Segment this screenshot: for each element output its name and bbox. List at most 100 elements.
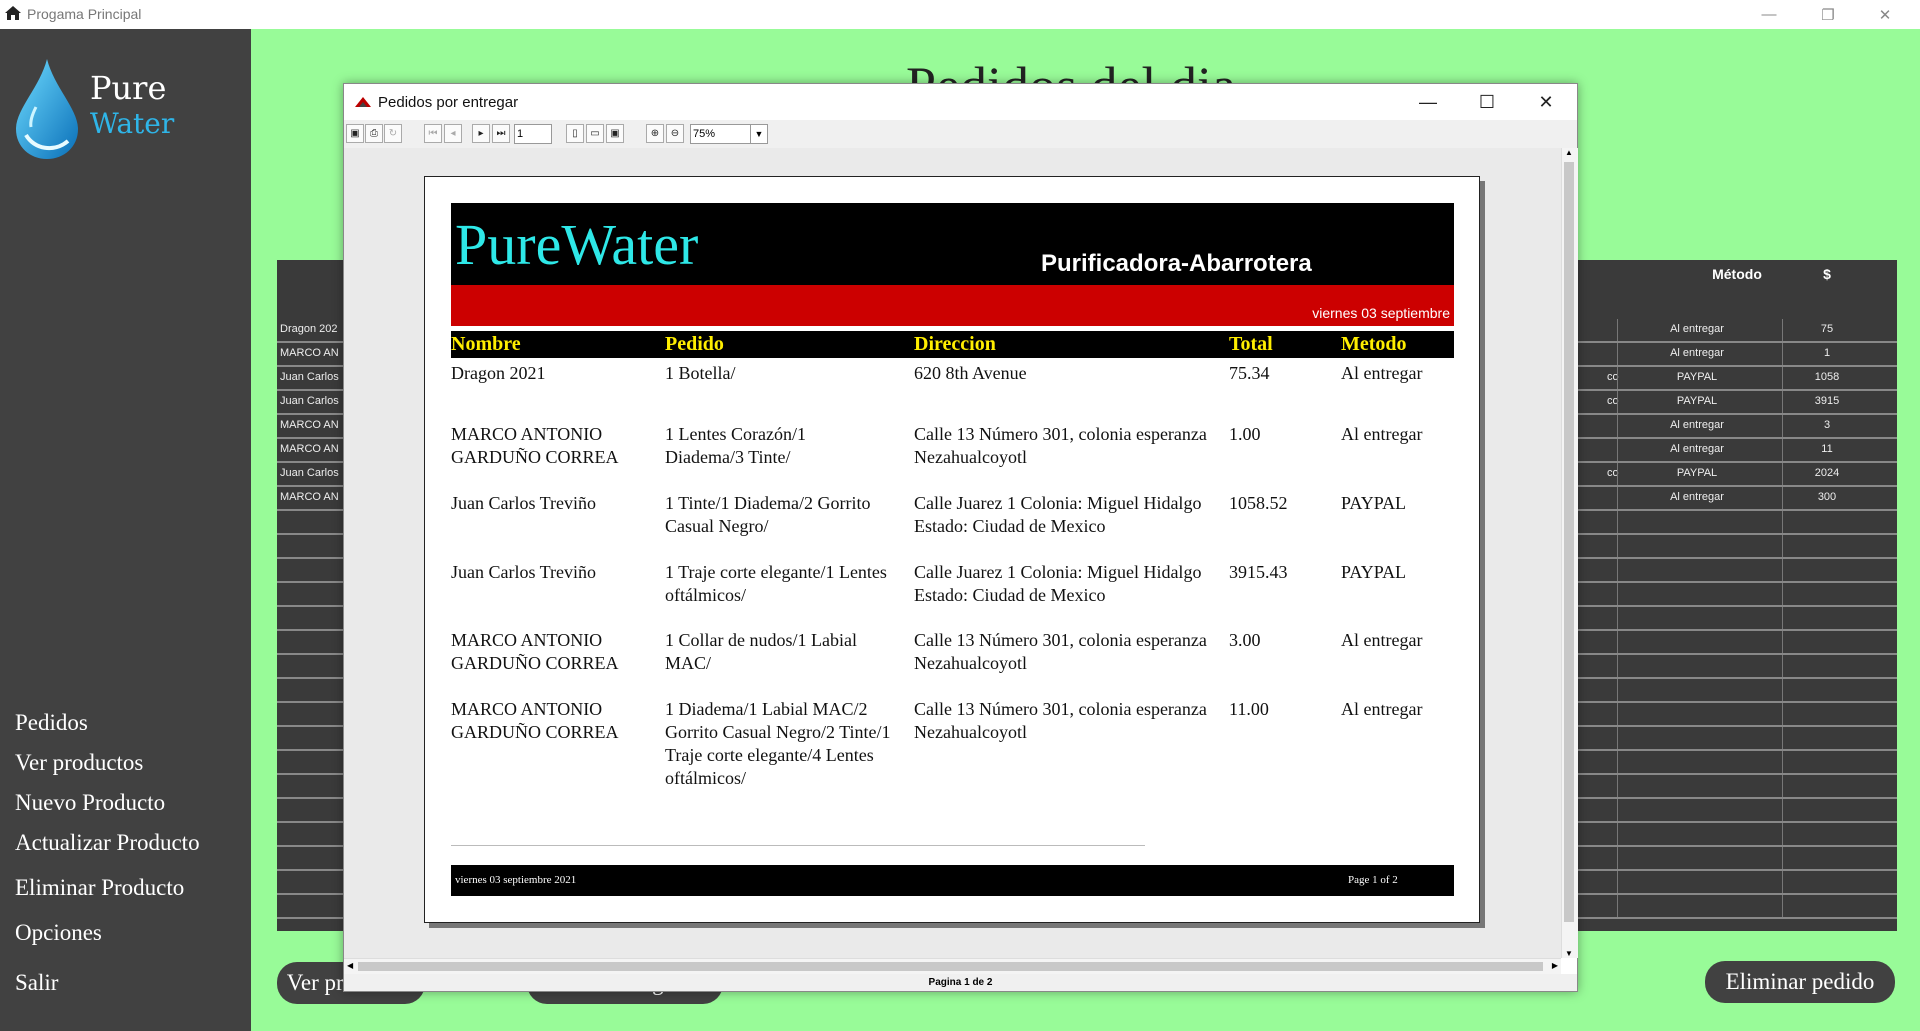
home-icon [5,6,21,20]
dialog-maximize-button[interactable]: ☐ [1458,84,1516,120]
cell-total: 1 [1823,347,1831,359]
logo-pure-text: Pure [90,69,167,107]
save-icon: ▣ [350,128,360,139]
print-icon: ⎙ [370,128,378,139]
report-cell-direccion: Calle 13 Número 301, colonia esperanza N… [914,424,1207,467]
scroll-up-icon[interactable]: ▲ [1565,148,1573,157]
last-page-button[interactable]: ⏭ [492,124,510,143]
cell-metodo: Al entregar [1670,443,1724,455]
report-page: PureWater Purificadora-Abarrotera vierne… [424,176,1480,923]
fit-width-button[interactable]: ▭ [586,124,604,143]
column-header-metodo: Método [1712,266,1762,282]
cell-total: 300 [1817,491,1837,503]
report-cell-metodo: Al entregar [1341,363,1423,383]
nav-actualizar-producto[interactable]: Actualizar Producto [15,830,200,856]
eliminar-pedido-button[interactable]: Eliminar pedido [1705,961,1895,1003]
save-button[interactable]: ▣ [346,124,364,143]
cell-metodo: PAYPAL [1676,371,1718,383]
nav-salir[interactable]: Salir [15,970,58,996]
cell-nombre: Juan Carlos [280,467,339,479]
restore-button[interactable]: ❐ [1805,0,1851,29]
col-nombre: Nombre [451,333,521,355]
col-metodo: Metodo [1341,333,1407,355]
report-cell-nombre: Dragon 2021 [451,363,546,383]
close-icon: ✕ [1538,91,1554,112]
report-cell-total: 3915.43 [1229,562,1288,582]
close-button[interactable]: ✕ [1862,0,1908,29]
report-cell-metodo: PAYPAL [1341,562,1407,582]
cell-nombre: MARCO AN [280,347,339,359]
zoom-value: 75% [693,128,716,140]
vertical-scroll-thumb[interactable] [1564,162,1574,922]
report-viewer-dialog: Pedidos por entregar — ☐ ✕ ▣ ⎙ ↻ ⏮ ◂ ▸ ⏭… [343,83,1578,992]
nav-eliminar-producto[interactable]: Eliminar Producto [15,875,184,901]
report-cell-total: 75.34 [1229,363,1270,383]
cell-total: 3915 [1814,395,1840,407]
viewer-toolbar: ▣ ⎙ ↻ ⏮ ◂ ▸ ⏭ 1 ▯ ▭ ▣ ⊕ ⊖ 75% ▼ [344,120,1577,148]
single-page-button[interactable]: ▯ [566,124,584,143]
nav-ver-productos[interactable]: Ver productos [15,750,143,776]
report-cell-direccion: Calle 13 Número 301, colonia esperanza N… [914,630,1207,673]
cell-metodo: PAYPAL [1676,467,1718,479]
column-header-total: $ [1823,266,1831,282]
refresh-button[interactable]: ↻ [384,124,402,143]
dialog-minimize-button[interactable]: — [1399,84,1457,120]
page-number-input[interactable]: 1 [514,124,552,144]
restore-icon: ❐ [1821,6,1835,24]
report-cell-metodo: Al entregar [1341,424,1423,444]
dialog-close-button[interactable]: ✕ [1517,84,1575,120]
report-cell-metodo: Al entregar [1341,699,1423,719]
horizontal-scroll-thumb[interactable] [358,962,1543,971]
cell-total: 2024 [1814,467,1840,479]
close-icon: ✕ [1878,6,1892,24]
report-cell-nombre: MARCO ANTONIO GARDUÑO CORREA [451,630,619,673]
cell-metodo: Al entregar [1670,323,1724,335]
next-page-button[interactable]: ▸ [472,124,490,143]
prev-page-icon: ◂ [450,128,456,139]
minimize-button[interactable]: — [1746,0,1792,29]
vertical-scrollbar[interactable]: ▲ ▼ [1561,148,1578,958]
zoom-select[interactable]: 75% ▼ [690,124,768,144]
report-brand: PureWater [455,212,699,277]
window-title: Progama Principal [27,6,142,22]
zoom-in-button[interactable]: ⊕ [646,124,664,143]
report-footer: viernes 03 septiembre 2021 Page 1 of 2 [451,865,1454,896]
print-button[interactable]: ⎙ [365,124,383,143]
last-page-icon: ⏭ [496,128,506,139]
outer-title-bar: Progama Principal — ❐ ✕ [0,0,1920,29]
page-icon: ▯ [572,128,578,139]
dialog-title: Pedidos por entregar [378,94,519,111]
prev-page-button[interactable]: ◂ [444,124,462,143]
cell-metodo: Al entregar [1670,491,1724,503]
report-cell-metodo: PAYPAL [1341,493,1407,513]
fit-page-button[interactable]: ▣ [606,124,624,143]
refresh-icon: ↻ [388,128,398,139]
report-cell-pedido: 1 Collar de nudos/1 Labial MAC/ [665,630,857,673]
report-cell-metodo: Al entregar [1341,630,1423,650]
nav-opciones[interactable]: Opciones [15,920,102,946]
col-direccion: Direccion [914,333,996,355]
report-cell-direccion: 620 8th Avenue [914,363,1027,383]
nav-nuevo-producto[interactable]: Nuevo Producto [15,790,165,816]
horizontal-scrollbar[interactable]: ◀ ▶ [344,958,1561,975]
scroll-left-icon[interactable]: ◀ [347,961,353,970]
report-viewport[interactable]: PureWater Purificadora-Abarrotera vierne… [344,148,1561,958]
report-cell-total: 3.00 [1229,630,1261,650]
scroll-down-icon[interactable]: ▼ [1565,949,1573,958]
report-cell-pedido: 1 Tinte/1 Diadema/2 Gorrito Casual Negro… [665,493,871,536]
report-cell-pedido: 1 Traje corte elegante/1 Lentes oftálmic… [665,562,887,605]
zoom-out-button[interactable]: ⊖ [666,124,684,143]
maximize-icon: ☐ [1478,91,1496,112]
scroll-right-icon[interactable]: ▶ [1552,961,1558,970]
report-footer-date: viernes 03 septiembre 2021 [455,874,577,886]
chevron-down-icon: ▼ [750,125,767,143]
logo-water-text: Water [90,107,175,140]
report-header: PureWater Purificadora-Abarrotera [451,203,1454,285]
report-cell-pedido: 1 Diadema/1 Labial MAC/2 Gorrito Casual … [665,699,891,788]
water-drop-icon [16,59,78,159]
zoom-in-icon: ⊕ [650,128,660,139]
fit-page-icon: ▣ [610,128,620,139]
first-page-button[interactable]: ⏮ [424,124,442,143]
nav-pedidos[interactable]: Pedidos [15,710,88,736]
cell-total: 75 [1820,323,1834,335]
